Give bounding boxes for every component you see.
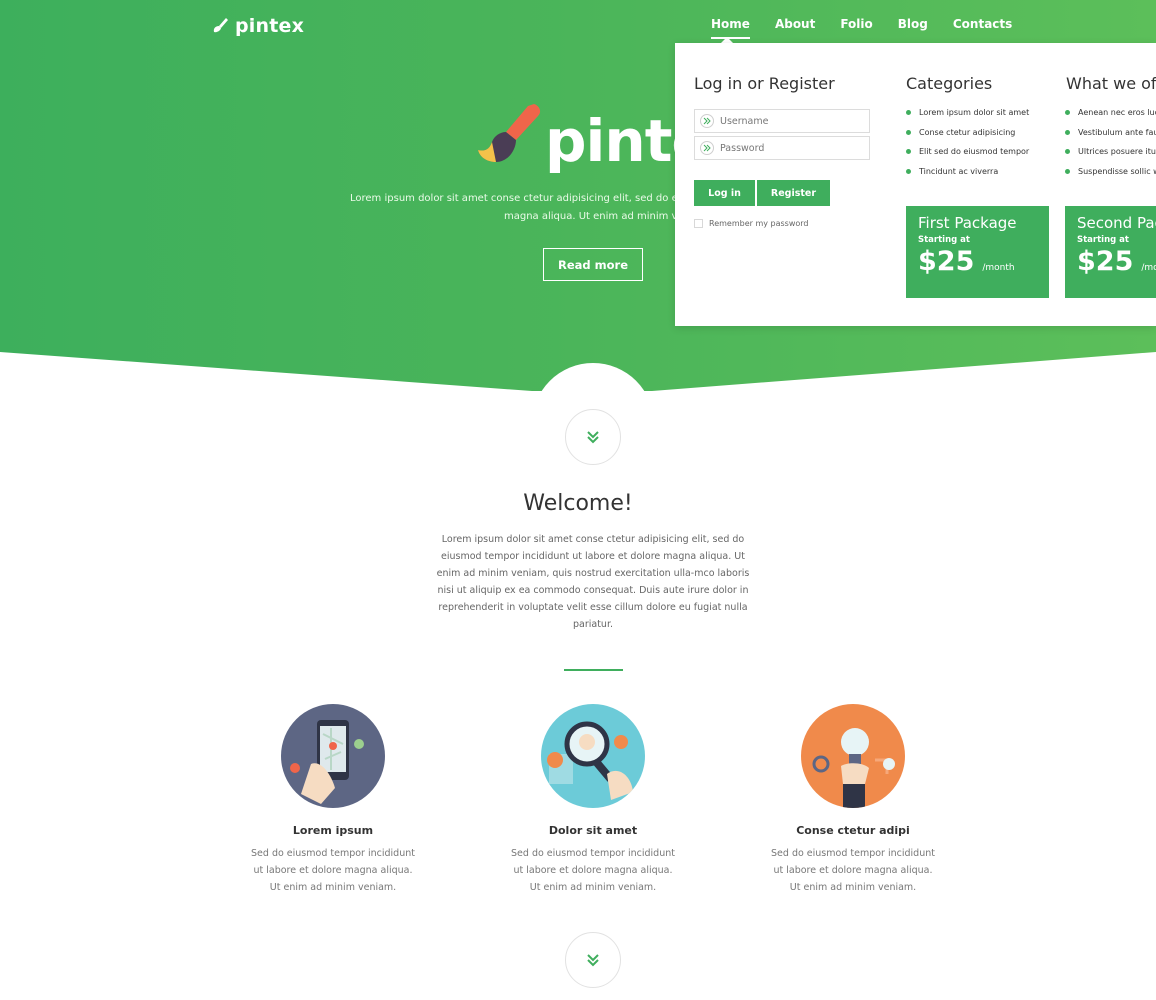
categories-title: Categories	[906, 74, 993, 93]
feature-item: Dolor sit amet Sed do eiusmod tempor inc…	[493, 704, 693, 896]
nav-about[interactable]: About	[775, 17, 815, 39]
package-starting: Starting at	[1077, 235, 1129, 245]
nav-home[interactable]: Home	[711, 17, 750, 39]
nav-folio[interactable]: Folio	[840, 17, 872, 39]
offer-link[interactable]: Suspendisse sollic wc	[1065, 162, 1156, 182]
category-link[interactable]: Conse ctetur adipisicing	[906, 123, 1029, 143]
remember-me[interactable]: Remember my password	[694, 219, 809, 228]
feature-item: Lorem ipsum Sed do eiusmod tempor incidi…	[233, 704, 433, 896]
main-nav: Home About Folio Blog Contacts	[711, 17, 1012, 39]
double-chevron-down-icon	[587, 431, 599, 444]
double-chevron-down-icon	[587, 954, 599, 967]
package-period: /mon	[1141, 263, 1156, 273]
login-button[interactable]: Log in	[694, 180, 755, 206]
welcome-text: Lorem ipsum dolor sit amet conse ctetur …	[436, 534, 750, 630]
magnifier-icon	[541, 704, 645, 808]
read-more-button[interactable]: Read more	[543, 248, 643, 281]
welcome-title: Welcome!	[523, 491, 633, 516]
username-field[interactable]	[694, 109, 870, 133]
feature-item: Conse ctetur adipi Sed do eiusmod tempor…	[753, 704, 953, 896]
section-divider	[564, 669, 623, 671]
scroll-down-button[interactable]	[565, 932, 621, 988]
offer-link[interactable]: Vestibulum ante fau	[1065, 123, 1156, 143]
remember-checkbox[interactable]	[694, 219, 703, 228]
package-title: First Package	[918, 214, 1017, 232]
package-price: $25	[918, 246, 975, 277]
package-card-second[interactable]: Second Pac Starting at $25 /mon	[1065, 206, 1156, 298]
package-price: $25	[1077, 246, 1134, 277]
feature-text: Sed do eiusmod tempor incididunt ut labo…	[251, 848, 415, 893]
phone-map-icon	[281, 704, 385, 808]
offer-list: Aenean nec eros luc Vestibulum ante fau …	[1065, 103, 1156, 181]
package-period: /month	[982, 263, 1015, 273]
feature-text: Sed do eiusmod tempor incididunt ut labo…	[771, 848, 935, 893]
hero-text-line1: Lorem ipsum dolor sit amet conse ctetur …	[350, 193, 722, 204]
category-link[interactable]: Lorem ipsum dolor sit amet	[906, 103, 1029, 123]
brand-logo[interactable]: pintex	[210, 15, 304, 37]
feature-title: Conse ctetur adipi	[796, 824, 910, 837]
password-input[interactable]	[720, 142, 860, 154]
brush-logo-icon	[478, 104, 541, 162]
login-title: Log in or Register	[694, 74, 835, 93]
brand-name: pintex	[235, 15, 305, 37]
package-card-first[interactable]: First Package Starting at $25 /month	[906, 206, 1049, 298]
feature-title: Lorem ipsum	[292, 824, 374, 837]
mega-menu-panel: Log in or Register Log in Register Remem…	[675, 43, 1156, 326]
nav-contacts[interactable]: Contacts	[953, 17, 1012, 39]
categories-list: Lorem ipsum dolor sit amet Conse ctetur …	[906, 103, 1029, 181]
offer-link[interactable]: Aenean nec eros luc	[1065, 103, 1156, 123]
package-starting: Starting at	[918, 235, 970, 245]
category-link[interactable]: Elit sed do eiusmod tempor	[906, 142, 1029, 162]
package-title: Second Pac	[1077, 214, 1156, 232]
nav-blog[interactable]: Blog	[898, 17, 928, 39]
category-link[interactable]: Tincidunt ac viverra	[906, 162, 1029, 182]
brush-icon	[213, 18, 228, 33]
offer-link[interactable]: Ultrices posuere itu	[1065, 142, 1156, 162]
feature-text: Sed do eiusmod tempor incididunt ut labo…	[511, 848, 675, 893]
username-input[interactable]	[720, 115, 860, 127]
lightbulb-icon	[801, 704, 905, 808]
remember-label: Remember my password	[709, 219, 809, 228]
arrow-right-icon	[700, 114, 714, 128]
offer-title: What we off	[1066, 74, 1156, 93]
arrow-right-icon	[700, 141, 714, 155]
password-field[interactable]	[694, 136, 870, 160]
scroll-down-button[interactable]	[565, 409, 621, 465]
register-button[interactable]: Register	[757, 180, 830, 206]
feature-title: Dolor sit amet	[548, 824, 638, 837]
